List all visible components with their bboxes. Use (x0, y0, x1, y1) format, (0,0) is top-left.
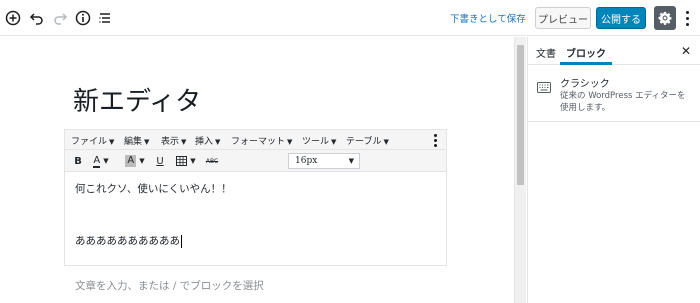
menu-table[interactable]: テーブル ▼ (346, 134, 389, 147)
sidebar-tabs: 文書 ブロック ✕ (528, 37, 700, 65)
menu-tools[interactable]: ツール ▼ (302, 134, 336, 147)
settings-sidebar: 文書 ブロック ✕ クラシック 従来の WordPress エディターを使用しま… (527, 37, 700, 303)
scrollbar-thumb[interactable] (517, 45, 524, 185)
active-tab-indicator (560, 62, 612, 65)
block-options-icon[interactable] (432, 133, 438, 147)
settings-button[interactable] (654, 6, 676, 30)
tab-block[interactable]: ブロック (566, 45, 606, 60)
classic-block[interactable]: ファイル ▼ 編集 ▼ 表示 ▼ 挿入 ▼ フォーマット ▼ ツール ▼ テーブル ▼ B A… (64, 129, 447, 266)
bold-button[interactable]: B (73, 153, 83, 169)
close-icon[interactable]: ✕ (681, 44, 691, 58)
publish-button[interactable]: 公開する (596, 7, 646, 29)
underline-button[interactable]: U (155, 153, 165, 169)
editor-header: 下書きとして保存 プレビュー 公開する (0, 0, 700, 36)
tab-document[interactable]: 文書 (536, 45, 556, 60)
menu-file[interactable]: ファイル ▼ (71, 134, 114, 147)
classic-content[interactable]: 何これクソ、使いにくいやん！！ ああああああああああ (65, 173, 446, 265)
paragraph: ああああああああああ (75, 234, 182, 248)
table-button[interactable]: ▼ (175, 153, 197, 169)
classic-menubar: ファイル ▼ 編集 ▼ 表示 ▼ 挿入 ▼ フォーマット ▼ ツール ▼ テーブル ▼ (65, 130, 446, 150)
info-icon[interactable] (73, 8, 93, 28)
block-name: クラシック (560, 79, 610, 90)
menu-edit[interactable]: 編集 ▼ (124, 134, 149, 147)
block-info-card: クラシック 従来の WordPress エディターを使用します。 (528, 66, 700, 122)
background-color-button[interactable]: A ▼ (123, 153, 147, 169)
preview-button[interactable]: プレビュー (535, 7, 591, 29)
strikethrough-button[interactable]: ABC (205, 153, 219, 169)
menu-view[interactable]: 表示 ▼ (161, 134, 186, 147)
gear-icon (658, 11, 672, 25)
more-options-icon[interactable] (681, 8, 693, 28)
editor-scrollbar[interactable] (514, 37, 526, 303)
text-color-button[interactable]: A ▼ (90, 153, 112, 169)
menu-format[interactable]: フォーマット ▼ (231, 134, 292, 147)
block-appender-placeholder[interactable]: 文章を入力、または / でブロックを選択 (75, 278, 264, 293)
add-block-icon[interactable] (3, 8, 23, 28)
list-view-icon[interactable] (95, 8, 115, 28)
redo-icon[interactable] (50, 8, 70, 28)
paragraph: 何これクソ、使いにくいやん！！ (75, 183, 232, 195)
table-icon (176, 156, 188, 166)
post-title[interactable]: 新エディタ (73, 81, 201, 118)
editor-canvas: 新エディタ ファイル ▼ 編集 ▼ 表示 ▼ 挿入 ▼ フォーマット ▼ ツール ▼ テーブ… (0, 37, 514, 303)
block-description: 従来の WordPress エディターを使用します。 (560, 91, 686, 113)
save-draft-button[interactable]: 下書きとして保存 (450, 11, 526, 25)
keyboard-icon (537, 78, 551, 93)
menu-insert[interactable]: 挿入 ▼ (195, 134, 220, 147)
font-size-select[interactable]: 16px ▼ (288, 153, 360, 169)
classic-toolbar: B A ▼ A ▼ U ▼ ABC 16px ▼ (65, 150, 446, 172)
text-cursor (181, 234, 182, 248)
undo-icon[interactable] (27, 8, 47, 28)
